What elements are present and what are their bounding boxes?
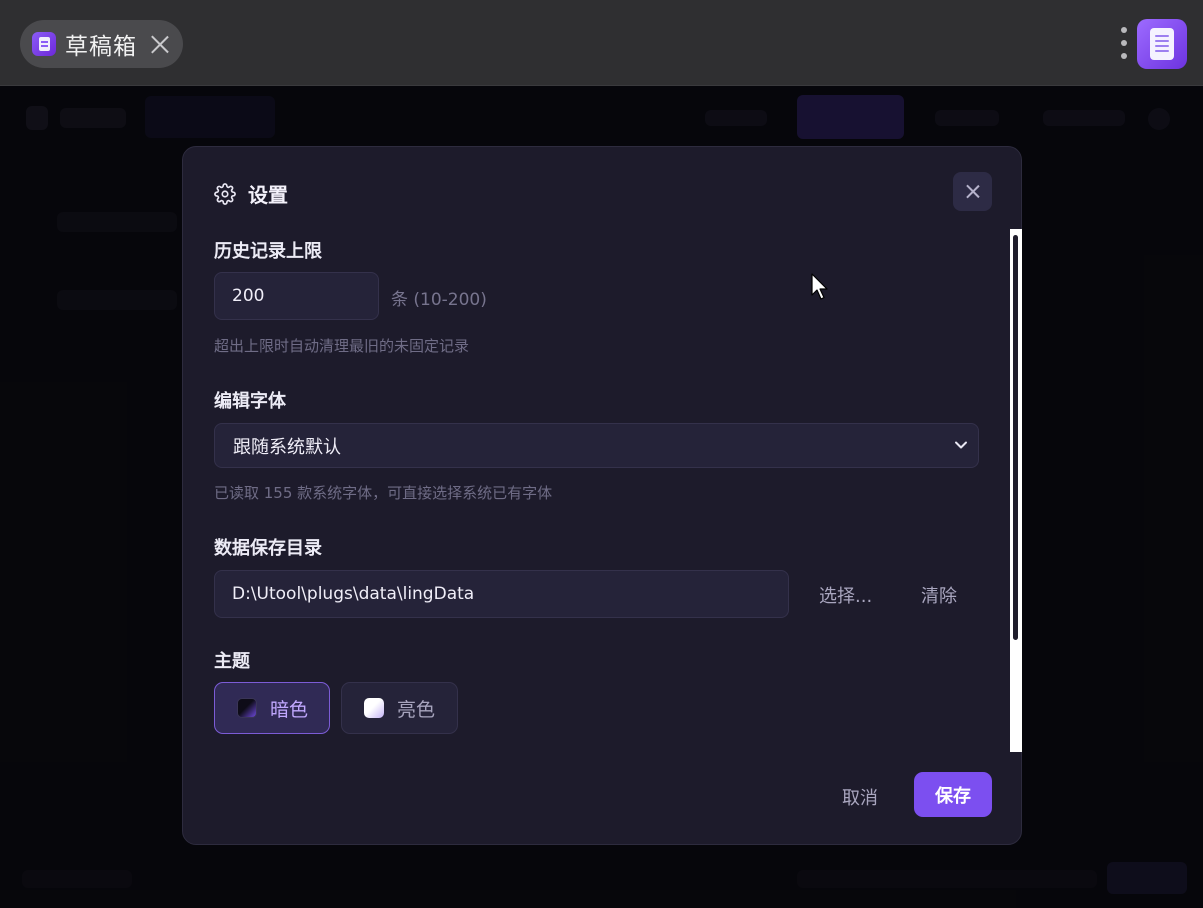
theme-light-label: 亮色 [397,698,436,721]
theme-dark-button[interactable]: 暗色 [214,682,330,734]
editor-font-select[interactable]: 跟随系统默认 [214,423,979,468]
close-icon[interactable] [953,172,992,211]
close-icon[interactable] [151,35,169,53]
mouse-cursor-icon [811,273,828,300]
theme-label: 主题 [214,651,250,672]
dialog-scrollbar[interactable] [1010,229,1022,752]
save-button[interactable]: 保存 [914,772,992,817]
data-dir-label: 数据保存目录 [214,538,322,559]
dialog-title: 设置 [248,183,288,207]
history-limit-input[interactable] [214,272,379,320]
dark-theme-swatch-icon [237,698,257,718]
chevron-down-icon [955,441,967,449]
more-vertical-icon[interactable] [1118,26,1130,60]
editor-font-value: 跟随系统默认 [233,436,341,458]
scrollbar-thumb[interactable] [1013,235,1018,640]
choose-dir-button[interactable]: 选择... [819,582,872,608]
app-logo[interactable] [1137,19,1187,69]
gear-icon [214,182,236,205]
history-limit-unit: 条 (10-200) [391,290,487,310]
title-bar: 草稿箱 [0,0,1203,86]
notepad-icon [32,32,56,56]
theme-light-button[interactable]: 亮色 [341,682,458,734]
light-theme-swatch-icon [364,698,384,718]
editor-font-label: 编辑字体 [214,391,286,412]
settings-dialog: 设置 历史记录上限 条 (10-200) 超出上限时自动清理最旧的未固定记录 编… [182,146,1022,845]
dialog-header: 设置 [214,179,288,208]
tab-label: 草稿箱 [65,34,137,60]
notepad-icon [1150,28,1174,60]
history-limit-label: 历史记录上限 [214,241,322,262]
theme-dark-label: 暗色 [270,698,309,721]
cancel-button[interactable]: 取消 [842,784,878,810]
tab-drafts[interactable]: 草稿箱 [20,20,183,68]
editor-font-hint: 已读取 155 款系统字体，可直接选择系统已有字体 [214,484,553,502]
clear-dir-button[interactable]: 清除 [921,582,957,608]
history-limit-hint: 超出上限时自动清理最旧的未固定记录 [214,337,470,355]
data-dir-input[interactable] [214,570,789,618]
